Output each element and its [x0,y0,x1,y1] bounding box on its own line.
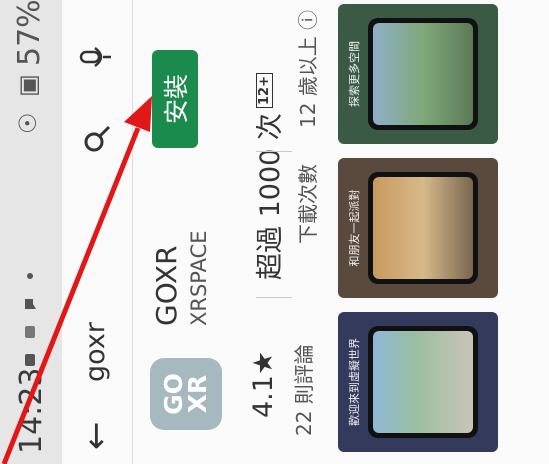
battery-percent: 57% [12,0,47,66]
downloads-value: 超過 1000 次 [255,113,286,280]
phone-screen: 14:23 ☉ ▣ 57% ← goxr GO XR GOXR XRSPACE … [0,0,549,464]
screenshot-1[interactable]: 歡迎來到虛擬世界 [338,312,498,452]
screenshot-image [373,177,473,279]
app-logo[interactable]: GO XR [150,358,222,430]
rating-value: 4.1★ [248,350,279,418]
screenshot-image [373,331,473,433]
screenshot-3[interactable]: 探索更多空間 [338,4,498,144]
divider [256,151,292,152]
phone-mockup [368,18,478,130]
microphone-icon[interactable] [79,45,113,69]
stats-row: 4.1★ 22 則評論 超過 1000 次 下載次數 12+ 12 歲以上 ⓘ [248,0,328,464]
age-rating-label[interactable]: 12 歲以上 ⓘ [292,10,321,128]
downloads-label: 下載次數 [296,164,320,244]
status-bar: 14:23 ☉ ▣ 57% [0,0,62,464]
developer-name[interactable]: XRSPACE [187,230,211,326]
screenshot-2[interactable]: 和朋友一起派對 [338,158,498,298]
divider [256,297,292,298]
notification-icon [25,354,35,366]
search-query[interactable]: goxr [80,322,111,382]
status-time: 14:23 [14,367,49,454]
age-rating-badge: 12+ [256,73,273,108]
arrow-left-icon[interactable]: ← [76,422,116,451]
review-count: 22 則評論 [292,344,316,436]
screenshot-carousel[interactable]: 歡迎來到虛擬世界 和朋友一起派對 探索更多空間 [338,0,498,464]
screenshot-caption: 歡迎來到虛擬世界 [348,338,361,426]
dot-icon [27,273,33,279]
notification-icon [25,299,36,309]
age-badge-wrap: 12+ [252,73,273,108]
logo-text-bottom: XR [183,374,212,414]
screenshot-caption: 探索更多空間 [348,41,361,107]
search-bar: ← goxr [62,0,133,464]
phone-mockup [368,326,478,438]
notification-icon [25,326,35,338]
search-icon[interactable] [82,124,112,154]
signal-icons: ☉ ▣ [14,70,42,134]
app-name[interactable]: GOXR [150,245,183,326]
screenshot-image [373,23,473,125]
screenshot-caption: 和朋友一起派對 [348,189,361,267]
phone-mockup [368,172,478,284]
install-button[interactable]: 安裝 [152,50,198,148]
